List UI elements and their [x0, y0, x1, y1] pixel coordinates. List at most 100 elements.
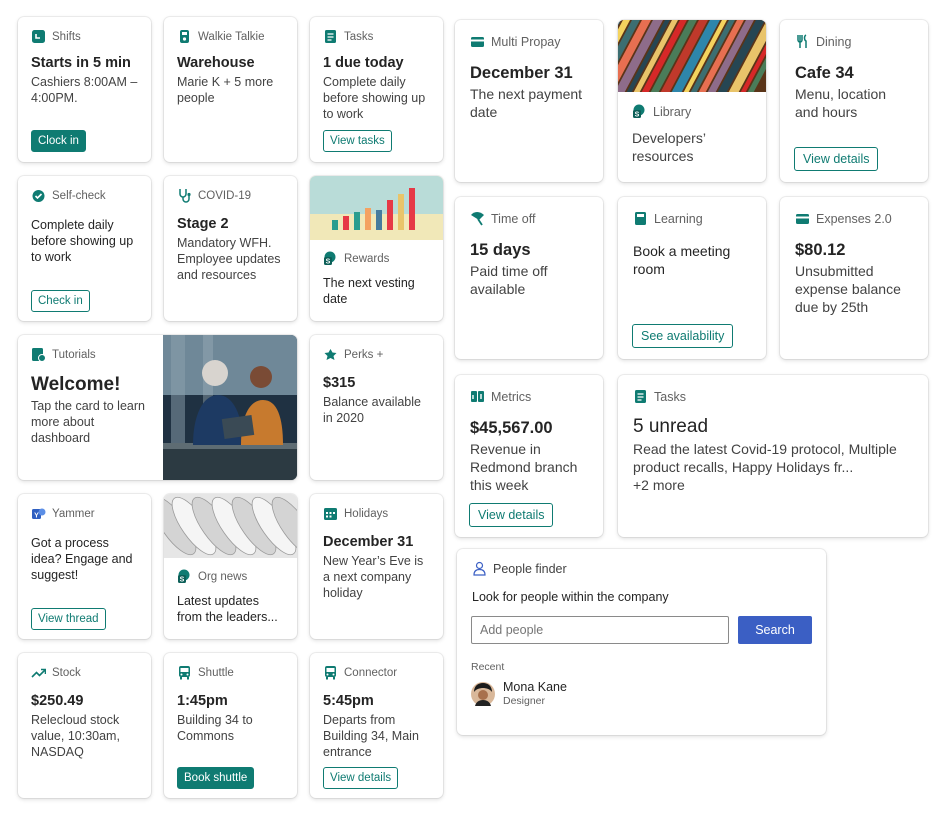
avatar [471, 681, 495, 706]
stock-card[interactable]: Stock $250.49 Relecloud stock value, 10:… [18, 653, 151, 798]
card-body: Complete daily before showing up to work [31, 218, 134, 264]
card-header-label: Yammer [52, 507, 95, 520]
recent-person-role: Designer [503, 695, 546, 707]
card-body: Latest updates from the leaders... [177, 594, 278, 624]
time-off-card[interactable]: Time off 15 days Paid time off available [455, 197, 603, 359]
card-header-label: Tasks [654, 389, 686, 404]
card-header-label: Shifts [52, 30, 81, 43]
card-title: Starts in 5 min [31, 55, 131, 71]
bookshelf-image [618, 20, 766, 92]
people-finder-card[interactable]: People finder Look for people within the… [457, 549, 826, 735]
multi-propay-card[interactable]: Multi Propay December 31 The next paymen… [455, 20, 603, 182]
trend-up-icon [31, 665, 46, 680]
yammer-icon: Y [31, 506, 46, 521]
walkie-talkie-card[interactable]: Walkie Talkie Warehouse Marie K + 5 more… [164, 17, 297, 162]
fork-knife-icon [795, 34, 810, 49]
metrics-icon [470, 389, 485, 404]
time-off-icon [470, 211, 485, 226]
card-header-label: Dining [816, 34, 852, 49]
yammer-card[interactable]: Y Yammer Got a process idea? Engage and … [18, 494, 151, 639]
rewards-card[interactable]: S Rewards The next vesting date [310, 176, 443, 321]
check-in-button[interactable]: Check in [31, 290, 90, 312]
view-details-button[interactable]: View details [794, 147, 879, 171]
tutorials-card[interactable]: Tutorials Welcome! Tap the card to learn… [18, 335, 297, 480]
perks-icon [323, 347, 338, 362]
card-title: December 31 [323, 534, 414, 550]
covid-card[interactable]: COVID-19 Stage 2 Mandatory WFH. Employee… [164, 176, 297, 321]
card-title: Welcome! [31, 374, 121, 395]
view-details-button[interactable]: View details [469, 503, 554, 527]
card-header-label: Rewards [344, 252, 390, 265]
tasks-card-large[interactable]: Tasks 5 unread Read the latest Covid-19 … [618, 375, 928, 537]
card-header: S Rewards [323, 251, 430, 266]
org-news-card[interactable]: S Org news Latest updates from the leade… [164, 494, 297, 639]
card-header-label: Multi Propay [491, 34, 561, 49]
card-body: Read the latest Covid-19 protocol, Multi… [633, 441, 897, 475]
card-title: 5:45pm [323, 693, 374, 709]
card-body: Departs from Building 34, Main entrance [323, 713, 419, 759]
person-icon [472, 561, 487, 576]
card-title: 1 due today [323, 55, 404, 71]
bus-icon [323, 665, 338, 680]
card-body: Unsubmitted expense balance due by 25th [795, 263, 901, 315]
card-body: Cashiers 8:00AM – 4:00PM. [31, 75, 138, 105]
view-tasks-button[interactable]: View tasks [323, 130, 392, 152]
newspapers-image [164, 494, 297, 558]
card-header: Walkie Talkie [177, 29, 284, 44]
book-shuttle-button[interactable]: Book shuttle [177, 767, 255, 789]
expenses-card[interactable]: Expenses 2.0 $80.12 Unsubmitted expense … [780, 197, 928, 359]
card-header-label: Walkie Talkie [198, 30, 265, 43]
card-body: Complete daily before showing up to work [323, 75, 426, 121]
payment-icon [470, 34, 485, 49]
self-check-card[interactable]: Self-check Complete daily before showing… [18, 176, 151, 321]
card-header-label: Connector [344, 666, 398, 679]
card-body: Paid time off available [470, 263, 548, 297]
holidays-card[interactable]: Holidays December 31 New Year’s Eve is a… [310, 494, 443, 639]
card-header-label: Shuttle [198, 666, 234, 679]
card-title: 1:45pm [177, 693, 228, 709]
card-header-label: Perks + [344, 348, 384, 361]
svg-text:S: S [180, 577, 185, 584]
calendar-icon [31, 29, 46, 44]
view-thread-button[interactable]: View thread [31, 608, 106, 630]
recent-person[interactable]: Mona Kane Designer [471, 680, 567, 707]
prompt-text: Look for people within the company [472, 590, 669, 604]
card-body: New Year’s Eve is a next company holiday [323, 554, 424, 600]
tasks-card-small[interactable]: Tasks 1 due today Complete daily before … [310, 17, 443, 162]
recent-label: Recent [471, 661, 505, 673]
see-availability-button[interactable]: See availability [632, 324, 734, 348]
svg-text:S: S [635, 112, 640, 119]
card-header: S Library [632, 104, 752, 119]
card-header: Metrics [470, 389, 588, 404]
card-body: Marie K + 5 more people [177, 75, 274, 105]
shifts-card[interactable]: Shifts Starts in 5 min Cashiers 8:00AM –… [18, 17, 151, 162]
card-header: Learning [633, 211, 751, 226]
metrics-card[interactable]: Metrics $45,567.00 Revenue in Redmond br… [455, 375, 603, 537]
card-header-label: Learning [654, 211, 703, 226]
recent-person-name: Mona Kane [503, 680, 567, 694]
card-title: Stage 2 [177, 216, 229, 232]
sharepoint-icon: S [177, 569, 192, 584]
view-details-button[interactable]: View details [323, 767, 399, 789]
card-header: Time off [470, 211, 588, 226]
card-header: Tutorials [31, 347, 150, 362]
connector-card[interactable]: Connector 5:45pm Departs from Building 3… [310, 653, 443, 798]
svg-text:S: S [326, 259, 331, 266]
dining-card[interactable]: Dining Cafe 34 Menu, location and hours … [780, 20, 928, 182]
add-people-input[interactable] [471, 616, 729, 644]
task-list-icon [323, 29, 338, 44]
learning-card[interactable]: Learning Book a meeting room See availab… [618, 197, 766, 359]
card-body: Got a process idea? Engage and suggest! [31, 536, 133, 582]
clock-in-button[interactable]: Clock in [31, 130, 86, 152]
perks-card[interactable]: Perks + $315 Balance available in 2020 [310, 335, 443, 480]
rewards-chart-image [310, 176, 443, 240]
card-body: Menu, location and hours [795, 86, 887, 120]
more-count: +2 more [633, 477, 685, 493]
card-body: The next payment date [470, 86, 583, 120]
library-card[interactable]: S Library Developers’ resources [618, 20, 766, 182]
shuttle-card[interactable]: Shuttle 1:45pm Building 34 to Commons Bo… [164, 653, 297, 798]
card-header-label: Holidays [344, 507, 389, 520]
card-body: Revenue in Redmond branch this week [470, 441, 578, 493]
card-header: Expenses 2.0 [795, 211, 913, 226]
search-button[interactable]: Search [738, 616, 812, 644]
